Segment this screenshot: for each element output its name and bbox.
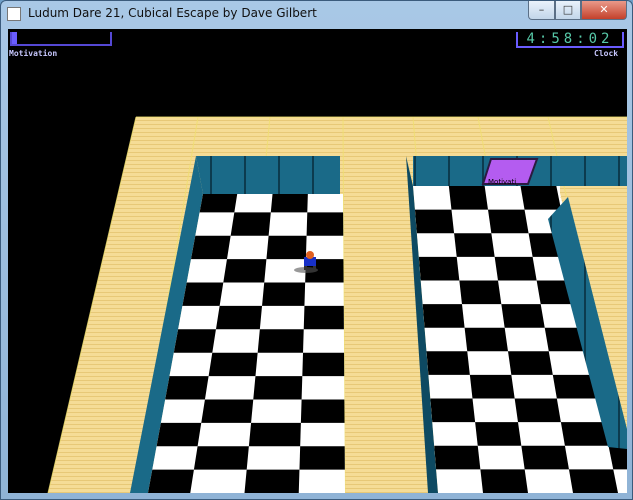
motivation-pickup-label: Motivati — [488, 178, 516, 186]
maximize-button[interactable]: □ — [555, 1, 581, 20]
app-icon — [7, 7, 21, 21]
right-inner-block-top — [560, 197, 627, 201]
motivation-meter — [10, 32, 112, 46]
motivation-label: Motivation — [9, 49, 58, 58]
clock-display: 4:58:02 — [516, 32, 624, 48]
left-room-back-wall — [196, 156, 340, 194]
window-title: Ludum Dare 21, Cubical Escape by Dave Gi… — [28, 6, 317, 20]
app-window: Ludum Dare 21, Cubical Escape by Dave Gi… — [0, 0, 633, 500]
motivation-meter-fill — [12, 32, 17, 44]
game-scene: Motivati — [47, 116, 627, 493]
minimize-button[interactable]: – — [528, 1, 555, 20]
game-viewport[interactable]: Motivati Motivation 4:58:02 Clock — [8, 29, 627, 493]
clock-label: Clock — [594, 49, 619, 58]
close-button[interactable]: ✕ — [581, 1, 627, 20]
title-bar[interactable]: Ludum Dare 21, Cubical Escape by Dave Gi… — [1, 1, 632, 27]
